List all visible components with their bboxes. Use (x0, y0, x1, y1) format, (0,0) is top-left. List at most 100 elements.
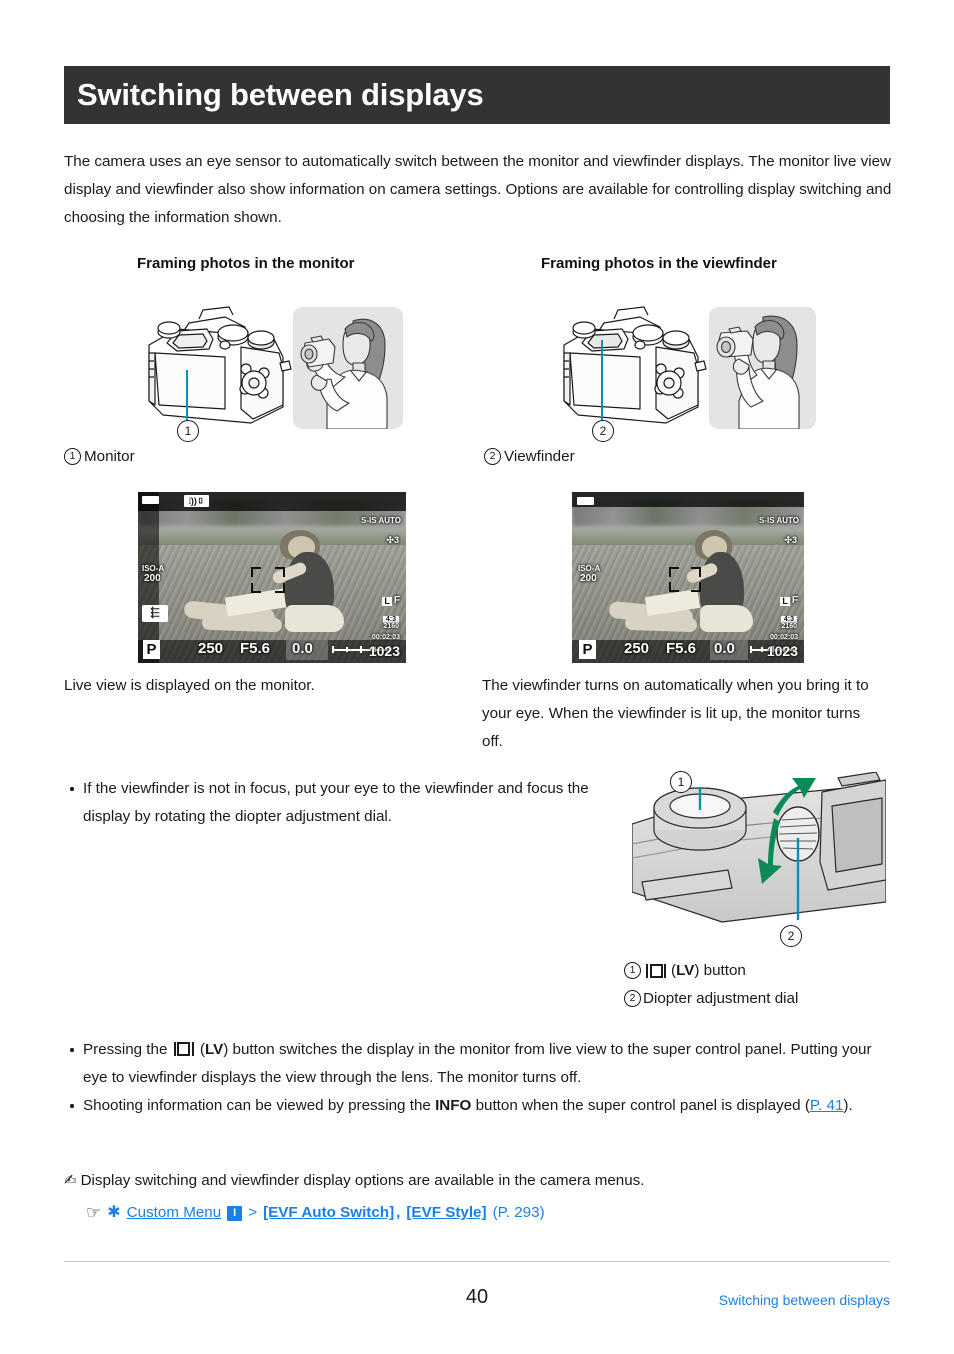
gear-icon: ✱ (107, 1204, 121, 1221)
callout-2-viewfinder: 2 (592, 420, 614, 442)
evf-style-link[interactable]: [EVF Style] (406, 1200, 486, 1226)
diopter-illustration (631, 771, 887, 944)
callout-number: 1 (677, 775, 685, 789)
tip-menu-path: ☞ ✱ Custom Menu I > [EVF Auto Switch], [… (86, 1200, 892, 1226)
af-frame (250, 567, 285, 594)
live-view-viewfinder-screen: S-IS AUTO ✣3 ISO-A 200 L F 4:3 2160 P 25… (572, 492, 804, 663)
card-value: 2160 (781, 623, 797, 630)
bullet-focus-block: If the viewfinder is not in focus, put y… (64, 775, 604, 831)
image-quality: F (791, 595, 798, 606)
af-frame (669, 567, 702, 593)
bullet-info-button: Shooting information can be viewed by pr… (64, 1092, 892, 1120)
aperture-value: F5.6 (240, 640, 271, 657)
intro-paragraph: The camera uses an eye sensor to automat… (64, 153, 892, 226)
image-size: L (382, 595, 392, 606)
heading-framing-viewfinder: Framing photos in the viewfinder (541, 255, 777, 272)
diopter-callout-1: 1 (670, 771, 692, 793)
evf-auto-switch-link[interactable]: [EVF Auto Switch] (263, 1200, 394, 1226)
diopter-legend-row-1: 1 (LV) button (624, 958, 798, 983)
footer-section-link[interactable]: Switching between displays (719, 1292, 890, 1308)
tip-row: ✍ Display switching and viewfinder displ… (64, 1168, 892, 1194)
diopter-legend: 1 (LV) button 2 Diopter adjustment dial (624, 958, 798, 1011)
shooting-mode: P (143, 640, 160, 659)
comma: , (396, 1204, 401, 1221)
record-time: 00:02:03 (371, 634, 400, 641)
photo-framing-viewfinder (709, 307, 816, 430)
shots-remaining: 1023 (766, 643, 798, 659)
callout-label: Monitor (84, 448, 135, 465)
iso-value: 200 (144, 573, 161, 584)
callout-label: Viewfinder (504, 448, 575, 465)
live-view-monitor-screen: ⦙))▯ S-IS AUTO ✣3 ISO-A 200 ⬱ L F 4:3 21… (138, 492, 406, 663)
aperture-value: F5.6 (666, 640, 697, 657)
page-title-bar: Switching between displays (64, 66, 890, 124)
drive-mode-icon: ⬱ (142, 605, 168, 622)
camera-illustration-viewfinder (548, 297, 728, 445)
callout-number: 2 (599, 424, 607, 438)
leader-line-monitor (186, 370, 188, 422)
bullet-focus: If the viewfinder is not in focus, put y… (64, 775, 604, 831)
tip-block: ✍ Display switching and viewfinder displ… (64, 1168, 892, 1226)
pointing-hand-icon: ☞ (86, 1203, 102, 1222)
menu-tab-badge: I (227, 1205, 243, 1221)
iso-label: ISO-A (578, 564, 601, 573)
image-quality-indicator: L F (382, 596, 400, 606)
caption-monitor: Live view is displayed on the monitor. (64, 677, 315, 694)
picture-mode-indicator: ✣3 (386, 535, 399, 545)
footer-divider (64, 1261, 890, 1262)
shooting-mode: P (579, 640, 596, 659)
heading-framing-monitor: Framing photos in the monitor (137, 255, 355, 272)
stabilizer-indicator: S-IS AUTO (360, 516, 401, 525)
lv-button-icon (173, 1042, 194, 1056)
bulb-icon: ✍ (64, 1172, 77, 1189)
diopter-legend-row-2: 2 Diopter adjustment dial (624, 986, 798, 1011)
legend-viewfinder: 2 Viewfinder (484, 448, 575, 465)
manual-page: Switching between displays The camera us… (0, 0, 954, 1354)
leader-line-viewfinder (601, 340, 603, 422)
osd-top-bar (572, 492, 804, 508)
callout-number: 1 (64, 448, 81, 465)
callout-number: 2 (787, 929, 795, 943)
legend-monitor: 1 Monitor (64, 448, 135, 465)
page-ref-293: (P. 293) (492, 1204, 545, 1221)
bullet-lv-button: Pressing the (LV) button switches the di… (64, 1036, 892, 1092)
exposure-comp-value: 0.0 (714, 640, 735, 657)
diopter-legend-text-1: (LV) button (671, 962, 746, 979)
path-separator: > (248, 1204, 258, 1221)
photo-framing-monitor (293, 307, 403, 430)
callout-1-monitor: 1 (177, 420, 199, 442)
exposure-comp-value: 0.0 (292, 640, 313, 657)
image-quality-indicator: L F (780, 596, 798, 606)
callout-number: 2 (484, 448, 501, 465)
iso-label: ISO-A (142, 564, 165, 573)
aspect-indicator: 4:3 (780, 616, 797, 623)
shutter-speed: 250 (624, 640, 650, 657)
image-size: L (780, 595, 790, 606)
image-quality: F (393, 595, 400, 606)
lv-button-icon (646, 963, 666, 978)
tip-text: Display switching and viewfinder display… (80, 1172, 645, 1189)
camera-illustration-monitor (133, 297, 313, 445)
card-value: 2160 (383, 623, 399, 630)
iso-value: 200 (580, 573, 597, 584)
stabilizer-indicator: S-IS AUTO (758, 516, 799, 525)
diopter-callout-2: 2 (780, 925, 802, 947)
callout-number: 2 (624, 990, 641, 1007)
custom-menu-link[interactable]: Custom Menu (127, 1200, 222, 1226)
bullet-list: Pressing the (LV) button switches the di… (64, 1036, 892, 1120)
diopter-legend-text-2: Diopter adjustment dial (643, 990, 799, 1007)
caption-viewfinder: The viewfinder turns on automatically wh… (482, 677, 869, 750)
shots-remaining: 1023 (368, 643, 400, 659)
shutter-speed: 250 (198, 640, 224, 657)
callout-number: 1 (624, 962, 641, 979)
battery-icon (577, 497, 594, 505)
osd-top-bar (138, 492, 406, 511)
callout-number: 1 (184, 424, 192, 438)
record-time: 00:02:03 (769, 634, 798, 641)
wifi-icon: ⦙))▯ (184, 495, 209, 507)
aspect-indicator: 4:3 (382, 616, 399, 623)
page-link-41[interactable]: P. 41 (810, 1097, 844, 1114)
picture-mode-indicator: ✣3 (784, 535, 797, 545)
page-title: Switching between displays (77, 77, 484, 112)
battery-icon (142, 496, 159, 504)
